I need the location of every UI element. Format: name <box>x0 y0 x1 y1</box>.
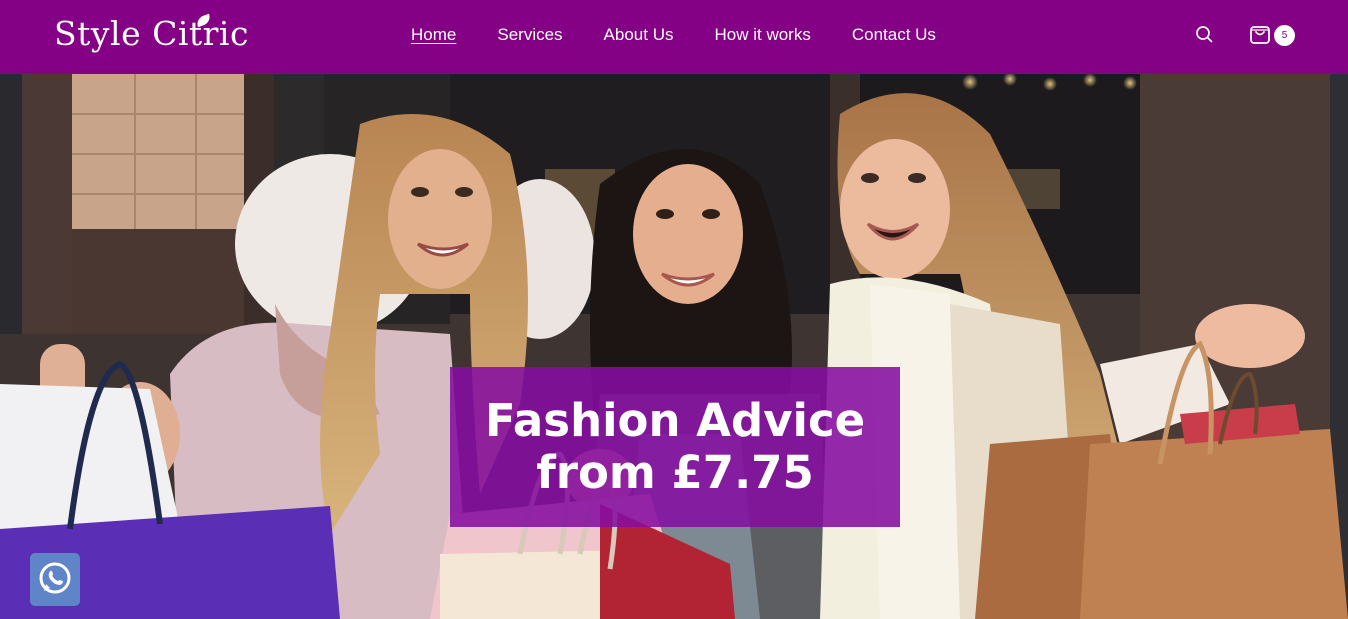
hero-headline-line2: from £7.75 <box>536 446 814 499</box>
main-menu: Home Services About Us How it works Cont… <box>411 24 936 46</box>
nav-link-about-us[interactable]: About Us <box>604 24 674 46</box>
top-navbar: Style Citric Home Services About Us How … <box>0 0 1348 74</box>
nav-link-services[interactable]: Services <box>497 24 562 46</box>
search-icon[interactable] <box>1192 22 1216 46</box>
hero-headline-line1: Fashion Advice <box>484 394 866 447</box>
whatsapp-icon <box>39 562 71 594</box>
nav-link-home[interactable]: Home <box>411 24 456 46</box>
hero-promo-box: Fashion Advice from £7.75 <box>450 367 900 527</box>
whatsapp-chat-button[interactable] <box>30 553 80 606</box>
hero-banner: Fashion Advice from £7.75 <box>0 74 1348 619</box>
site-logo[interactable]: Style Citric <box>54 12 249 56</box>
nav-link-contact-us[interactable]: Contact Us <box>852 24 936 46</box>
nav-link-how-it-works[interactable]: How it works <box>714 24 810 46</box>
cart-count-badge: 5 <box>1274 25 1295 46</box>
hero-photo <box>0 74 1348 619</box>
shopping-bag-icon[interactable] <box>1248 22 1274 48</box>
